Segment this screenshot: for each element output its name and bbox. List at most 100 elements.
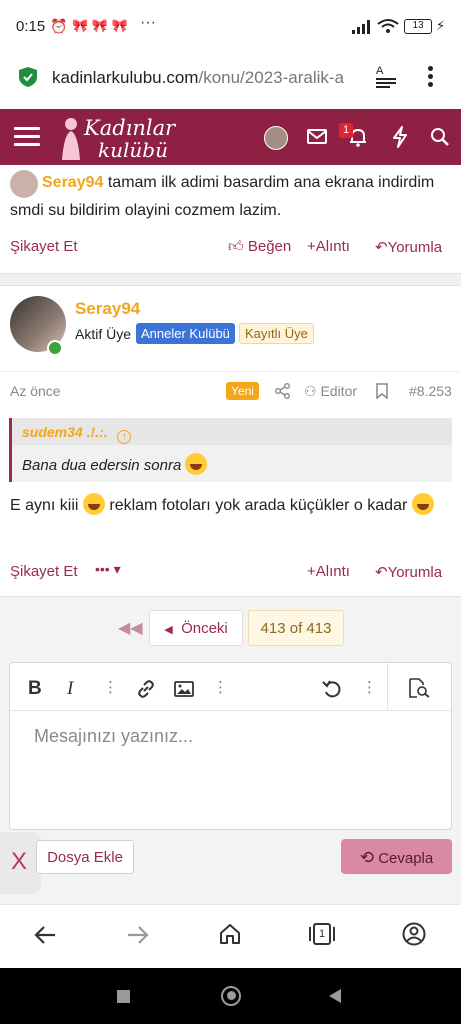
more-insert-options-icon[interactable]: ⋮ [213, 678, 228, 696]
message-placeholder: Mesajınızı yazınız... [34, 726, 194, 746]
prev-comment-label: Yorumla [387, 239, 443, 256]
previous-page-label: Önceki [181, 620, 228, 637]
close-panel-label: X [11, 848, 28, 875]
italic-icon[interactable]: I [67, 678, 73, 700]
attach-file-button[interactable]: Dosya Ekle [36, 840, 134, 874]
wifi-icon [377, 19, 399, 33]
chevron-left-icon: ◀ [164, 624, 173, 636]
prev-post-author[interactable]: Seray94 [42, 174, 103, 191]
battery-level: 13 [412, 20, 424, 31]
post-author-name[interactable]: Seray94 [75, 299, 140, 319]
recents-square-icon[interactable] [117, 990, 130, 1003]
home-circle-icon[interactable] [221, 986, 241, 1006]
quote-jump-icon[interactable]: ↑ [117, 430, 132, 444]
back-triangle-icon[interactable] [328, 988, 342, 1004]
chevron-down-icon: ▾ [113, 561, 121, 577]
post-time[interactable]: Az önce [10, 383, 61, 399]
prev-post-body: Seray94 tamam ilk adimi basardim ana ekr… [10, 169, 450, 225]
messages-icon[interactable] [307, 129, 327, 144]
alarm-icon: ⏰ [50, 18, 68, 34]
editor-button[interactable]: ⚇ Editor [304, 383, 357, 400]
post-meta-divider [0, 371, 461, 372]
rofl-emoji-icon [82, 493, 105, 515]
quote-author: sudem34 .!.:. [22, 424, 108, 440]
comment-label: Yorumla [387, 564, 443, 581]
status-time: 0:15 [16, 18, 46, 35]
post-text-2: reklam fotoları yok arada küçükler o kad… [109, 497, 408, 514]
editor-label: Editor [320, 383, 358, 399]
search-icon[interactable] [430, 127, 450, 147]
plus-icon: + [307, 563, 316, 580]
image-icon[interactable] [174, 681, 194, 697]
prev-quote-label: Alıntı [315, 238, 350, 255]
reader-mode-icon[interactable]: A [376, 66, 398, 88]
battery-indicator: 13 [404, 19, 432, 34]
share-icon[interactable] [275, 383, 290, 399]
quote-text: Bana dua edersin sonra [22, 453, 208, 475]
alert-count-badge: 1 [339, 123, 353, 138]
post-body: E aynı kiii reklam fotoları yok arada kü… [10, 492, 455, 520]
badge-anneler-kulubu: Anneler Kulübü [136, 323, 235, 344]
more-text-options-icon[interactable]: ⋮ [103, 678, 118, 696]
plus-icon: + [307, 238, 316, 255]
prev-comment-button[interactable]: ↶Yorumla [375, 238, 442, 256]
site-logo[interactable]: Kadınlar kulübü [58, 114, 184, 162]
secure-shield-icon[interactable] [18, 66, 38, 88]
rofl-emoji-icon [185, 453, 208, 475]
current-page-label: 413 of 413 [260, 620, 332, 637]
logo-figure-icon [62, 118, 80, 160]
badge-kayitli-uye: Kayıtlı Üye [239, 323, 314, 344]
home-icon[interactable] [219, 923, 241, 945]
quote-header[interactable]: sudem34 .!.:. ↑ [12, 418, 452, 445]
online-status-icon [47, 340, 63, 356]
editor-toolbar [10, 663, 451, 711]
post-author-role: Aktif Üye [75, 326, 132, 342]
rofl-emoji-icon [411, 493, 434, 515]
prev-report-link[interactable]: Şikayet Et [10, 238, 78, 255]
back-arrow-icon[interactable] [34, 925, 56, 945]
quote-text-content: Bana dua edersin sonra [22, 457, 182, 474]
first-page-icon[interactable]: ◀◀ [118, 618, 143, 638]
url-text[interactable]: kadinlarkulubu.com/konu/2023-aralik-a [52, 68, 362, 88]
comment-button[interactable]: ↶Yorumla [375, 563, 442, 581]
account-icon[interactable] [402, 922, 426, 946]
quote-label: Alıntı [315, 563, 350, 580]
link-icon[interactable] [136, 679, 156, 699]
undo-icon[interactable] [322, 679, 342, 699]
reply-submit-label: Cevapla [378, 850, 434, 867]
close-panel-tab[interactable]: X [0, 832, 41, 894]
preview-icon[interactable] [408, 678, 430, 698]
user-avatar[interactable] [264, 126, 288, 150]
attach-file-label: Dosya Ekle [47, 849, 123, 866]
message-input[interactable]: Mesajınızı yazınız... [34, 726, 193, 747]
bold-icon[interactable]: B [28, 678, 42, 700]
thumbs-up-icon: 👍︎ [228, 238, 244, 255]
user-icon: ⚇ [304, 383, 317, 399]
report-link[interactable]: Şikayet Et [10, 563, 78, 580]
quote-button[interactable]: +Alıntı [307, 563, 350, 580]
more-status-icon: ··· [140, 14, 156, 31]
whats-new-bolt-icon[interactable] [392, 126, 408, 148]
reply-arrow-icon: ↶ [375, 239, 388, 256]
previous-page-button[interactable]: ◀ Önceki [149, 610, 243, 646]
more-dots: ••• [95, 561, 110, 577]
reply-arrow-icon: ⟲ [359, 848, 375, 867]
reply-arrow-icon: ↶ [375, 564, 388, 581]
forward-arrow-icon[interactable] [127, 925, 149, 945]
new-badge: Yeni [226, 382, 259, 400]
bookmark-icon[interactable] [376, 383, 388, 399]
prev-quote-button[interactable]: +Alıntı [307, 238, 350, 255]
more-actions-button[interactable]: ••• ▾ [95, 561, 121, 578]
hamburger-menu-icon[interactable] [14, 127, 40, 147]
charging-icon: ⚡ [436, 18, 446, 33]
logo-title: Kadınlar [84, 116, 176, 140]
more-options-icon[interactable]: ⋮ [362, 678, 377, 696]
logo-subtitle: kulübü [98, 138, 168, 162]
reply-submit-button[interactable]: ⟲ Cevapla [341, 839, 452, 874]
browser-menu-icon[interactable] [428, 66, 434, 88]
prev-like-button[interactable]: 👍︎ Beğen [228, 238, 291, 256]
tabs-switcher-icon[interactable]: 1 [309, 923, 335, 945]
url-domain: kadinlarkulubu.com [52, 68, 199, 87]
current-page-indicator[interactable]: 413 of 413 [248, 610, 344, 646]
post-number[interactable]: #8.253 [409, 383, 452, 399]
